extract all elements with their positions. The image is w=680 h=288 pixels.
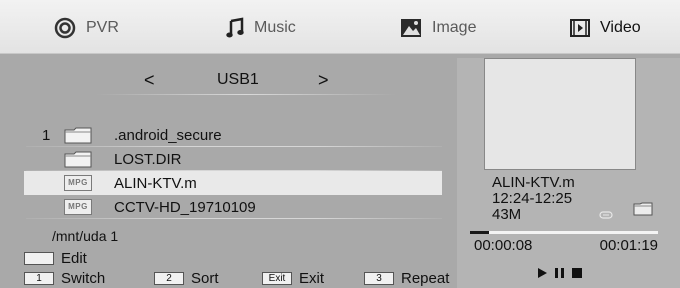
tab-video-label: Video: [600, 19, 641, 36]
divider: [26, 218, 442, 219]
playback-progress-bar[interactable]: [470, 231, 658, 234]
tab-music[interactable]: Music: [226, 14, 296, 42]
list-item[interactable]: 1 .android_secure: [6, 123, 454, 147]
progress-fill: [470, 231, 489, 234]
pause-icon[interactable]: [555, 265, 564, 283]
folder-icon: [64, 127, 92, 148]
tab-pvr[interactable]: PVR: [54, 14, 119, 42]
video-preview: [484, 58, 636, 170]
file-name: .android_secure: [114, 127, 222, 144]
file-name: ALIN-KTV.m: [114, 175, 197, 192]
info-size: 43M: [492, 206, 522, 223]
list-item[interactable]: LOST.DIR: [6, 147, 454, 171]
current-time: 00:00:08: [474, 237, 533, 254]
mpg-file-icon: MPG: [64, 199, 92, 215]
legend-repeat-label: Repeat: [401, 270, 450, 287]
playback-controls: [537, 265, 582, 283]
item-number: 1: [42, 127, 51, 144]
tab-image[interactable]: Image: [400, 14, 476, 42]
legend-sort-label: Sort: [191, 270, 219, 287]
key-3: 3: [364, 272, 394, 285]
divider: [96, 94, 396, 95]
key-1: 1: [24, 272, 54, 285]
next-source-arrow[interactable]: >: [318, 70, 329, 91]
current-path: /mnt/uda 1: [52, 228, 119, 244]
mpg-file-icon: MPG: [64, 175, 92, 191]
file-name: LOST.DIR: [114, 151, 182, 168]
video-icon: [570, 19, 590, 37]
play-icon[interactable]: [537, 265, 547, 283]
media-type-tabbar: PVR Music Image Video: [0, 0, 680, 54]
file-browser-panel: < USB1 > 1 .android_secure LOST.DIR MPG …: [6, 58, 454, 288]
folder-icon: [64, 151, 92, 172]
file-list: 1 .android_secure LOST.DIR MPG ALIN-KTV.…: [6, 123, 454, 219]
folder-icon[interactable]: [633, 202, 653, 221]
total-time: 00:01:19: [599, 237, 658, 254]
legend-edit[interactable]: Edit: [24, 250, 87, 267]
legend-exit-label: Exit: [299, 270, 325, 287]
legend-switch[interactable]: 1 Switch: [24, 270, 105, 287]
pvr-icon: [54, 17, 76, 39]
tab-music-label: Music: [254, 19, 296, 36]
legend-repeat[interactable]: 3 Repeat: [364, 270, 449, 287]
key-2: 2: [154, 272, 184, 285]
list-item[interactable]: MPG CCTV-HD_19710109: [6, 195, 454, 219]
stop-icon[interactable]: [572, 265, 582, 283]
source-selector: < USB1 >: [6, 64, 454, 94]
exit-key: Exit: [262, 272, 292, 285]
list-item-selected[interactable]: MPG ALIN-KTV.m: [24, 171, 442, 195]
source-title: USB1: [217, 71, 259, 88]
subtitle-icon[interactable]: [599, 206, 613, 224]
tab-pvr-label: PVR: [86, 19, 119, 36]
legend-exit[interactable]: Exit Exit: [262, 270, 324, 287]
legend-edit-label: Edit: [61, 250, 87, 267]
music-note-icon: [226, 17, 244, 39]
tab-video[interactable]: Video: [570, 14, 641, 42]
edit-key: [24, 252, 54, 265]
info-time-range: 12:24-12:25: [492, 190, 573, 207]
legend-switch-label: Switch: [61, 270, 106, 287]
prev-source-arrow[interactable]: <: [144, 70, 155, 91]
preview-panel: ALIN-KTV.m 12:24-12:25 43M 00:00:08 00:0…: [457, 58, 680, 288]
image-icon: [400, 18, 422, 38]
file-name: CCTV-HD_19710109: [114, 199, 256, 216]
info-filename: ALIN-KTV.m: [492, 174, 575, 191]
legend-sort[interactable]: 2 Sort: [154, 270, 219, 287]
file-info: ALIN-KTV.m 12:24-12:25 43M: [492, 175, 575, 223]
tab-image-label: Image: [432, 19, 477, 36]
